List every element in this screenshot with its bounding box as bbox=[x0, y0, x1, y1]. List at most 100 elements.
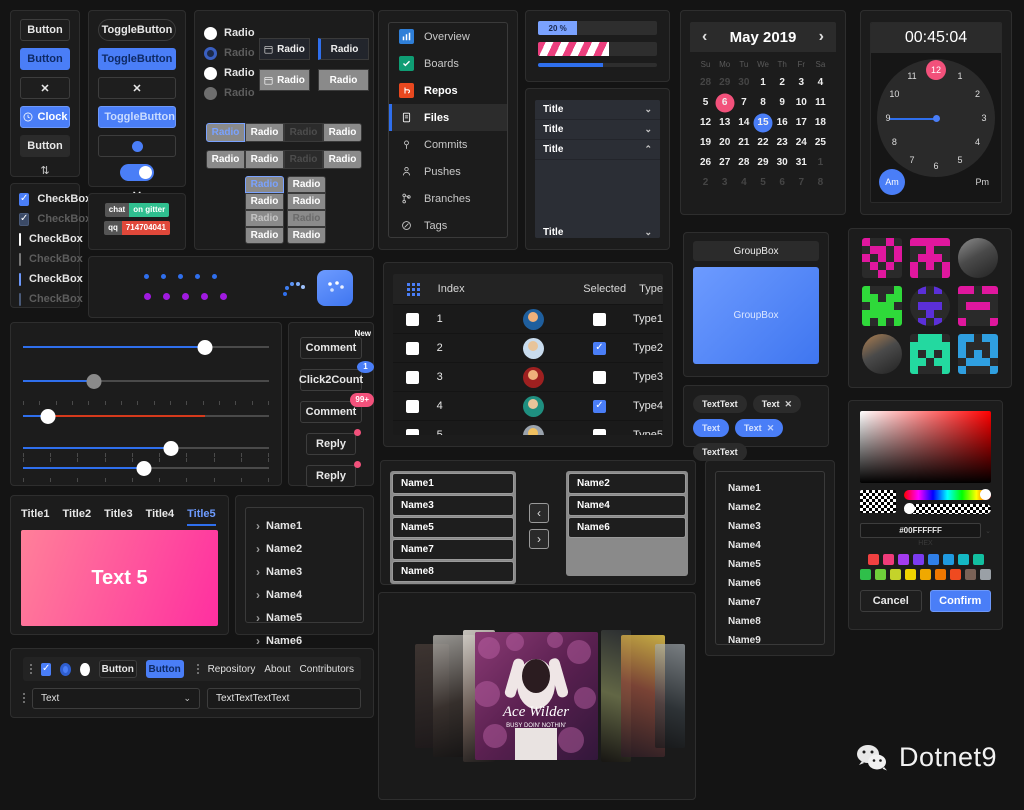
calendar-day[interactable]: 3 bbox=[792, 73, 811, 93]
confirm-button[interactable]: Confirm bbox=[929, 590, 991, 612]
calendar-day[interactable]: 28 bbox=[696, 73, 715, 93]
calendar-day[interactable]: 6 bbox=[715, 93, 735, 113]
tab-title4[interactable]: Title4 bbox=[146, 504, 175, 526]
radio-group-item[interactable]: Radio bbox=[245, 150, 284, 169]
tree-item[interactable]: Name4 bbox=[256, 583, 353, 606]
expander-header-open[interactable]: Title ⌃ bbox=[535, 140, 660, 160]
button-outline[interactable]: Button bbox=[20, 19, 70, 41]
radio-group-item[interactable]: Radio bbox=[284, 150, 323, 169]
calendar-day[interactable]: 22 bbox=[753, 133, 772, 153]
list-item[interactable]: Name5 bbox=[728, 555, 812, 574]
color-swatch[interactable] bbox=[897, 554, 909, 565]
checkbox-row[interactable]: CheckBox bbox=[19, 289, 83, 309]
nav-item-repos[interactable]: Repos bbox=[389, 77, 507, 104]
checkbox-white[interactable] bbox=[19, 232, 21, 246]
reply-button[interactable]: Reply bbox=[306, 433, 356, 455]
radio-on[interactable] bbox=[204, 66, 217, 80]
am-button[interactable]: Am bbox=[879, 169, 905, 195]
color-swatch[interactable] bbox=[927, 554, 939, 565]
checkbox-accent[interactable]: ✓ bbox=[19, 192, 30, 206]
cell-selected[interactable] bbox=[566, 312, 633, 326]
radio-col-item[interactable]: Radio bbox=[287, 176, 326, 193]
radio-boxed[interactable]: Radio bbox=[318, 69, 369, 91]
menu-item-repository[interactable]: Repository bbox=[208, 664, 256, 675]
calendar-day[interactable]: 12 bbox=[696, 113, 715, 133]
nav-item-tags[interactable]: Tags bbox=[389, 212, 507, 237]
transfer-item[interactable]: Name7 bbox=[392, 539, 514, 560]
color-swatch[interactable] bbox=[980, 569, 991, 580]
hue-slider[interactable] bbox=[904, 489, 991, 500]
carousel-slide-far-right[interactable] bbox=[655, 644, 685, 748]
calendar-day[interactable]: 4 bbox=[811, 73, 830, 93]
column-header-selected[interactable]: Selected bbox=[570, 283, 639, 295]
calendar-day[interactable]: 15 bbox=[753, 113, 773, 133]
list-item[interactable]: Name6 bbox=[728, 574, 812, 593]
tree-item[interactable]: Name2 bbox=[256, 537, 353, 560]
radio-row[interactable]: Radio bbox=[204, 63, 255, 83]
clock-number[interactable]: 3 bbox=[981, 113, 986, 123]
color-swatch[interactable] bbox=[867, 554, 879, 565]
row-checkbox-cell[interactable] bbox=[393, 370, 433, 384]
calendar-day[interactable]: 7 bbox=[792, 173, 811, 193]
color-swatch[interactable] bbox=[912, 554, 924, 565]
hex-stepper-icon[interactable]: ⌄ bbox=[985, 527, 991, 535]
toolbar-checkbox[interactable]: ✓ bbox=[41, 662, 52, 676]
transfer-item[interactable]: Name8 bbox=[392, 561, 514, 582]
checkbox-row[interactable]: CheckBox bbox=[19, 249, 83, 269]
tab-title5[interactable]: Title5 bbox=[187, 504, 216, 526]
list-item[interactable]: Name1 bbox=[728, 479, 812, 498]
table-row[interactable]: 1 Type1 bbox=[393, 304, 663, 333]
tag-chip-closable[interactable]: Text ✕ bbox=[752, 395, 802, 413]
row-checkbox-cell[interactable] bbox=[393, 341, 433, 355]
cell-selected[interactable]: ✓ bbox=[566, 399, 633, 413]
selected-checkbox[interactable] bbox=[592, 428, 606, 435]
calendar-day[interactable]: 17 bbox=[792, 113, 811, 133]
shield-gitter[interactable]: chat on gitter bbox=[104, 203, 170, 217]
radio-selected-dim[interactable] bbox=[204, 46, 217, 60]
selected-checkbox[interactable]: ✓ bbox=[592, 341, 606, 355]
clock-number[interactable]: 6 bbox=[933, 161, 938, 171]
tab-title1[interactable]: Title1 bbox=[21, 504, 50, 526]
comment-button[interactable]: Comment bbox=[300, 337, 362, 359]
list-item[interactable]: Name3 bbox=[728, 517, 812, 536]
calendar-day[interactable]: 21 bbox=[734, 133, 753, 153]
clock-number[interactable]: 8 bbox=[892, 137, 897, 147]
radio-row[interactable]: Radio bbox=[204, 43, 255, 63]
hex-input[interactable]: #00FFFFFF bbox=[860, 523, 982, 538]
radio-col-item[interactable]: Radio bbox=[287, 227, 326, 244]
column-header-type[interactable]: Type bbox=[639, 283, 663, 295]
transfer-item[interactable]: Name1 bbox=[392, 473, 514, 494]
hue-knob[interactable] bbox=[980, 489, 991, 500]
clock-number[interactable]: 12 bbox=[926, 60, 946, 80]
selected-checkbox[interactable]: ✓ bbox=[592, 399, 606, 413]
toolbar-combobox[interactable]: Text ⌄ bbox=[32, 687, 200, 709]
radio-on[interactable] bbox=[204, 26, 217, 40]
radio-off[interactable] bbox=[204, 86, 217, 100]
list-item[interactable]: Name2 bbox=[728, 498, 812, 517]
togglebutton-clock[interactable]: ToggleButton bbox=[98, 106, 176, 128]
color-swatch[interactable] bbox=[882, 554, 894, 565]
radio-row[interactable]: Radio bbox=[204, 23, 255, 43]
calendar-day[interactable]: 23 bbox=[773, 133, 792, 153]
toolbar-button-1[interactable]: Button bbox=[98, 660, 137, 678]
radio-col-item[interactable]: Radio bbox=[287, 210, 326, 227]
checkbox-disabled[interactable]: ✓ bbox=[19, 212, 30, 226]
checkbox-lightblue[interactable] bbox=[19, 272, 21, 286]
togglebutton-accent[interactable]: ToggleButton bbox=[98, 48, 176, 70]
menu-item-contributors[interactable]: Contributors bbox=[300, 664, 354, 675]
radio-boxed-bar[interactable]: Radio bbox=[318, 38, 369, 60]
spinner-button[interactable]: ⇅ bbox=[20, 164, 70, 177]
list-item[interactable]: Name8 bbox=[728, 612, 812, 631]
tag-chip-accent-closable[interactable]: Text ✕ bbox=[734, 419, 784, 437]
row-checkbox[interactable] bbox=[406, 370, 420, 384]
list-item[interactable]: Name9 bbox=[728, 631, 812, 650]
slider-thumb[interactable] bbox=[86, 374, 102, 389]
row-checkbox[interactable] bbox=[406, 399, 420, 413]
alpha-knob[interactable] bbox=[904, 503, 915, 514]
button-flat[interactable]: Button bbox=[20, 135, 70, 157]
calendar-day[interactable]: 30 bbox=[734, 73, 753, 93]
move-right-button[interactable]: › bbox=[529, 529, 549, 549]
radio-col-item[interactable]: Radio bbox=[245, 176, 284, 193]
shield-qq[interactable]: qq 714704041 bbox=[104, 221, 170, 235]
slider-thumb[interactable] bbox=[136, 461, 152, 476]
